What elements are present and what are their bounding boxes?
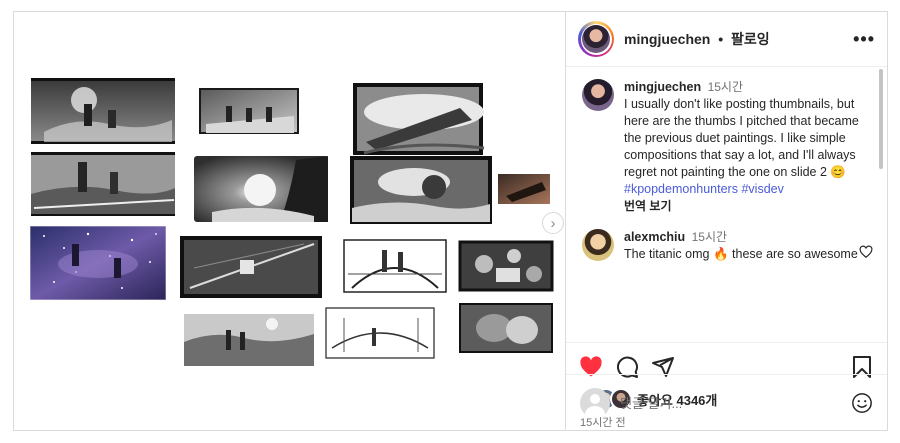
sketch-8 [29,225,167,301]
comments-scrollbar[interactable] [879,69,883,169]
smiley-icon[interactable] [851,392,873,414]
sketch-2 [199,88,299,134]
comment-like-icon[interactable] [859,245,873,259]
comments-section[interactable]: mingjuechen 15시간 I usually don't like po… [566,67,887,342]
more-options-button[interactable]: ••• [853,29,875,50]
sketch-4 [31,152,175,216]
following-button[interactable]: 팔로잉 [731,31,770,47]
caption-avatar[interactable] [582,79,614,111]
sketch-7 [498,174,550,204]
sketch-12 [184,314,314,366]
caption-username[interactable]: mingjuechen [624,80,701,94]
current-user-avatar [580,387,610,418]
instagram-post: › mingjuechen • 팔로잉 ••• mingjuechen 15시간… [13,11,888,431]
caption-emoji: 😊 [830,165,846,179]
caption-text: I usually don't like posting thumbnails,… [624,97,859,179]
thumbnail-sketches [29,78,554,366]
comment-text-rest: these are so awesome [732,247,858,261]
sketch-10 [343,239,447,293]
sketch-3 [353,83,485,155]
sketch-11 [458,240,554,292]
comment-text: The titanic omg [624,247,710,261]
hashtag-link[interactable]: #visdev [741,182,783,196]
header-separator: • [718,31,724,47]
author-username[interactable]: mingjuechen [624,31,710,47]
comment-username[interactable]: alexmchiu [624,230,685,244]
comment-input[interactable]: 댓글 달기... [620,393,682,412]
post-sidebar: mingjuechen • 팔로잉 ••• mingjuechen 15시간 I… [566,12,887,430]
sketch-14 [459,303,553,353]
comment-avatar[interactable] [582,229,614,261]
sketch-5 [194,156,328,222]
sketch-13 [325,307,435,359]
carousel-next-button[interactable]: › [542,212,564,234]
comment-emoji: 🔥 [712,247,729,261]
post-header: mingjuechen • 팔로잉 ••• [566,12,887,67]
comment-item: alexmchiu 15시간 The titanic omg 🔥 these a… [582,229,873,263]
author-avatar[interactable] [578,21,614,57]
caption: mingjuechen 15시간 I usually don't like po… [582,79,869,215]
translate-button[interactable]: 번역 보기 [624,199,672,213]
more-horizontal-icon: ••• [853,28,875,49]
caption-time: 15시간 [707,80,744,94]
sketch-6 [350,156,492,224]
hashtag-link[interactable]: #kpopdemonhunters [624,182,738,196]
sketch-9 [180,236,322,298]
comment-time: 15시간 [691,230,728,244]
sketch-1 [31,78,175,144]
post-image[interactable]: › [14,12,566,430]
chevron-right-icon: › [550,214,556,232]
add-comment-bar: 댓글 달기... [566,374,887,430]
